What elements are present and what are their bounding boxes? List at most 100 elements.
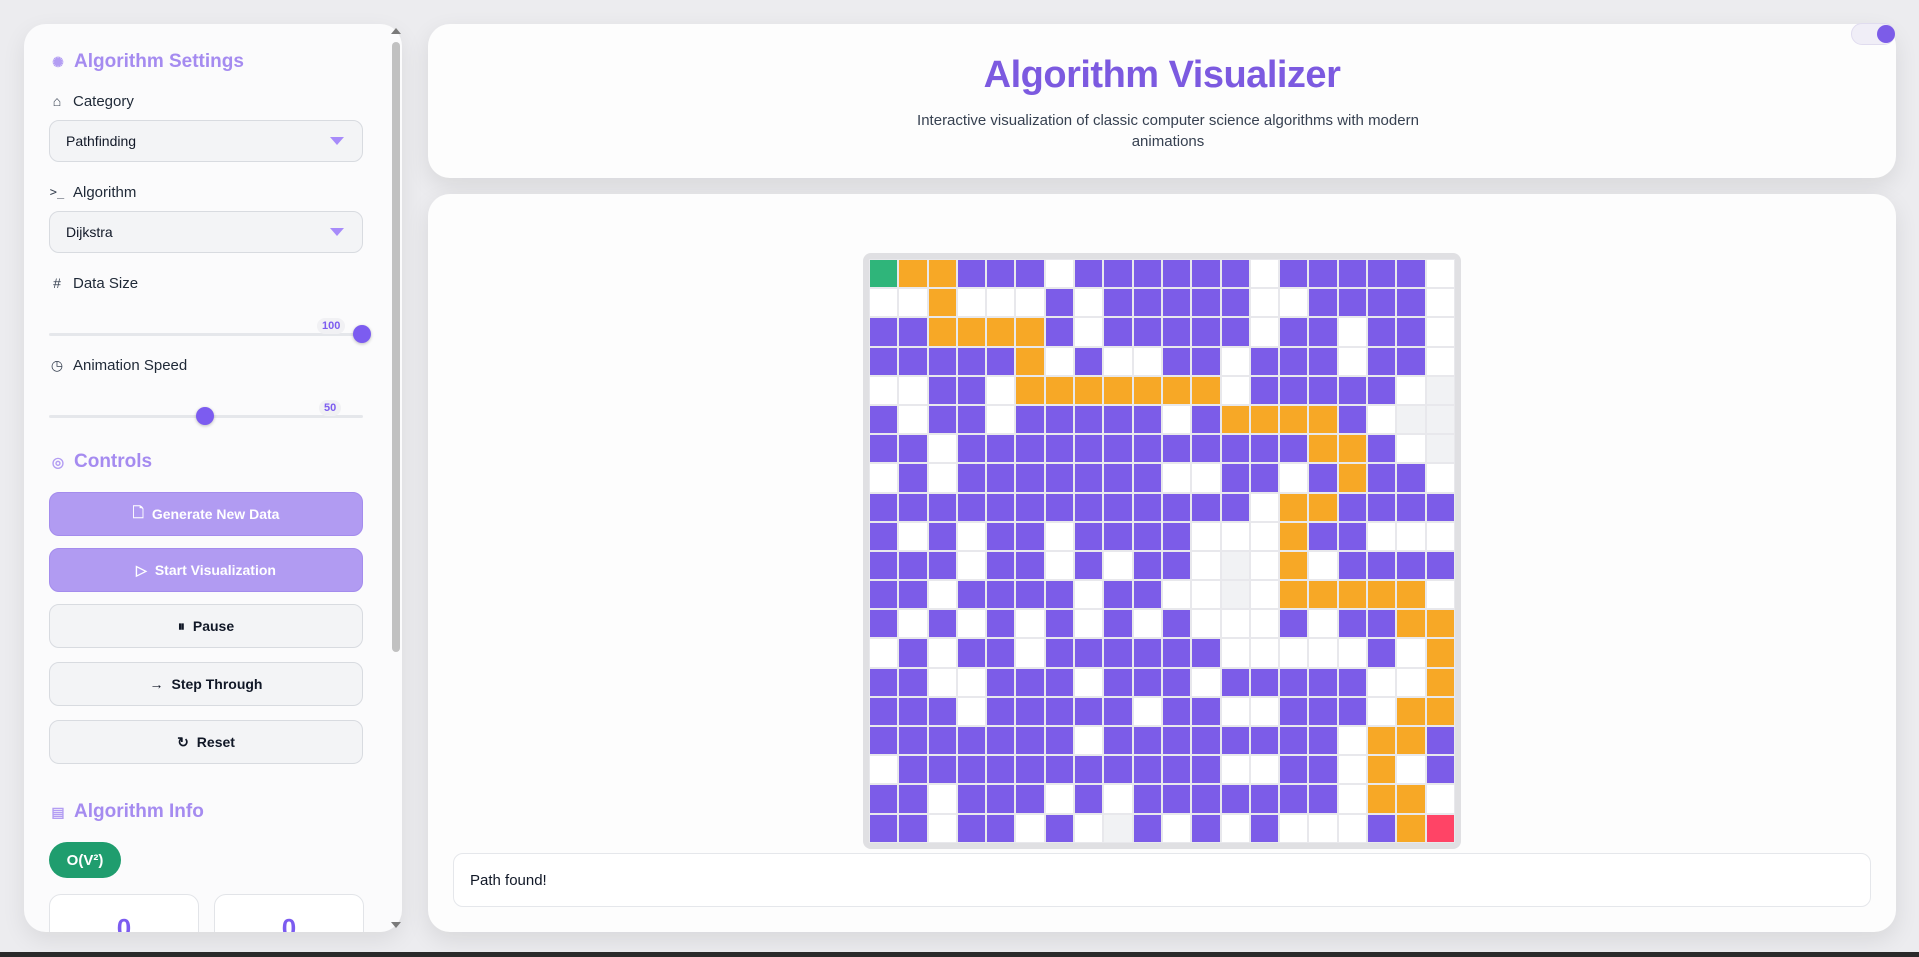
wall-cell[interactable]: [1074, 784, 1104, 814]
pathfinding-grid[interactable]: [869, 259, 1455, 843]
wall-cell[interactable]: [1367, 317, 1397, 347]
wall-cell[interactable]: [1220, 784, 1250, 814]
wall-cell[interactable]: [1249, 667, 1280, 697]
wall-cell[interactable]: [1337, 667, 1368, 697]
empty-cell[interactable]: [1425, 463, 1455, 493]
empty-cell[interactable]: [1279, 463, 1309, 493]
empty-cell[interactable]: [1249, 755, 1280, 785]
wall-cell[interactable]: [927, 696, 957, 726]
empty-cell[interactable]: [1308, 813, 1338, 843]
wall-cell[interactable]: [1161, 288, 1192, 318]
path-cell[interactable]: [1396, 726, 1426, 756]
wall-cell[interactable]: [1015, 784, 1045, 814]
wall-cell[interactable]: [1132, 813, 1162, 843]
wall-cell[interactable]: [986, 784, 1016, 814]
empty-cell[interactable]: [956, 288, 987, 318]
path-cell[interactable]: [1279, 492, 1309, 522]
empty-cell[interactable]: [956, 667, 987, 697]
path-cell[interactable]: [1337, 580, 1368, 610]
wall-cell[interactable]: [1103, 521, 1133, 551]
empty-cell[interactable]: [956, 609, 987, 639]
empty-cell[interactable]: [869, 638, 899, 668]
data-size-slider[interactable]: 100: [49, 318, 371, 344]
wall-cell[interactable]: [898, 550, 928, 581]
wall-cell[interactable]: [1044, 813, 1075, 843]
empty-cell[interactable]: [1249, 288, 1280, 318]
empty-cell[interactable]: [869, 375, 899, 405]
wall-cell[interactable]: [1308, 696, 1338, 726]
path-cell[interactable]: [1396, 784, 1426, 814]
wall-cell[interactable]: [1103, 492, 1133, 522]
path-cell[interactable]: [927, 259, 957, 289]
wall-cell[interactable]: [1103, 317, 1133, 347]
empty-cell[interactable]: [1337, 813, 1368, 843]
wall-cell[interactable]: [1308, 755, 1338, 785]
wall-cell[interactable]: [1367, 492, 1397, 522]
wall-cell[interactable]: [1015, 726, 1045, 756]
empty-cell[interactable]: [1015, 638, 1045, 668]
wall-cell[interactable]: [869, 667, 899, 697]
wall-cell[interactable]: [869, 434, 899, 464]
wall-cell[interactable]: [1191, 259, 1221, 289]
empty-cell[interactable]: [1396, 755, 1426, 785]
wall-cell[interactable]: [1074, 521, 1104, 551]
wall-cell[interactable]: [1396, 550, 1426, 581]
wall-cell[interactable]: [986, 638, 1016, 668]
step-through-button[interactable]: → Step Through: [49, 662, 363, 706]
wall-cell[interactable]: [1103, 404, 1133, 435]
empty-cell[interactable]: [956, 550, 987, 581]
wall-cell[interactable]: [869, 609, 899, 639]
wall-cell[interactable]: [1220, 726, 1250, 756]
wall-cell[interactable]: [869, 521, 899, 551]
wall-cell[interactable]: [1249, 346, 1280, 376]
wall-cell[interactable]: [1367, 609, 1397, 639]
wall-cell[interactable]: [1279, 434, 1309, 464]
wall-cell[interactable]: [1191, 404, 1221, 435]
path-cell[interactable]: [1074, 375, 1104, 405]
empty-cell[interactable]: [1337, 784, 1368, 814]
wall-cell[interactable]: [1132, 317, 1162, 347]
wall-cell[interactable]: [898, 726, 928, 756]
wall-cell[interactable]: [1103, 609, 1133, 639]
wall-cell[interactable]: [898, 784, 928, 814]
path-cell[interactable]: [1308, 580, 1338, 610]
wall-cell[interactable]: [1074, 346, 1104, 376]
empty-cell[interactable]: [1220, 609, 1250, 639]
wall-cell[interactable]: [1337, 492, 1368, 522]
empty-cell[interactable]: [1044, 521, 1075, 551]
wall-cell[interactable]: [1132, 638, 1162, 668]
empty-cell[interactable]: [1249, 580, 1280, 610]
empty-cell[interactable]: [898, 375, 928, 405]
empty-cell[interactable]: [1425, 521, 1455, 551]
wall-cell[interactable]: [1396, 463, 1426, 493]
path-cell[interactable]: [927, 288, 957, 318]
wall-cell[interactable]: [1425, 755, 1455, 785]
wall-cell[interactable]: [1103, 638, 1133, 668]
path-cell[interactable]: [1015, 317, 1045, 347]
empty-cell[interactable]: [1074, 667, 1104, 697]
wall-cell[interactable]: [898, 667, 928, 697]
empty-cell[interactable]: [1337, 755, 1368, 785]
wall-cell[interactable]: [956, 434, 987, 464]
wall-cell[interactable]: [1132, 667, 1162, 697]
empty-cell[interactable]: [1249, 550, 1280, 581]
empty-cell[interactable]: [1103, 550, 1133, 581]
wall-cell[interactable]: [1044, 580, 1075, 610]
empty-cell[interactable]: [1161, 580, 1192, 610]
wall-cell[interactable]: [869, 580, 899, 610]
wall-cell[interactable]: [1103, 696, 1133, 726]
empty-cell[interactable]: [927, 667, 957, 697]
speed-slider[interactable]: 50: [49, 400, 363, 426]
wall-cell[interactable]: [956, 638, 987, 668]
empty-cell[interactable]: [1249, 317, 1280, 347]
empty-cell[interactable]: [1249, 609, 1280, 639]
wall-cell[interactable]: [1074, 492, 1104, 522]
wall-cell[interactable]: [1220, 259, 1250, 289]
empty-cell[interactable]: [1279, 813, 1309, 843]
slider-thumb[interactable]: [353, 325, 371, 343]
wall-cell[interactable]: [1191, 813, 1221, 843]
empty-cell[interactable]: [927, 784, 957, 814]
empty-cell[interactable]: [1074, 609, 1104, 639]
wall-cell[interactable]: [1103, 259, 1133, 289]
wall-cell[interactable]: [869, 404, 899, 435]
